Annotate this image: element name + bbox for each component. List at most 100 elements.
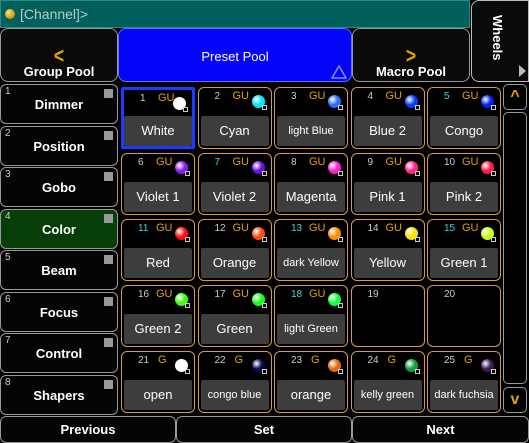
preset-name: Pink 2 [430,182,498,212]
preset-name: dark Yellow [277,248,345,278]
sidebar-item-color[interactable]: 4 Color [0,208,118,249]
status-dot-icon [5,9,15,19]
preset-number: 7 [214,157,221,168]
scroll-down-button[interactable]: v [503,387,527,413]
preset-name: Orange [200,248,269,278]
preset-cell[interactable]: 8 GU Magenta [274,153,348,215]
preset-cell[interactable]: 18 GU light Green [274,285,348,347]
sidebar-item-shapers[interactable]: 8 Shapers [0,374,118,415]
chevron-down-icon: v [510,391,520,408]
sidebar-item-control[interactable]: 7 Control [0,333,118,373]
set-button[interactable]: Set [176,416,352,443]
preset-cell[interactable]: 1 GU White [121,87,195,149]
preset-mode-icon [185,171,190,176]
preset-cell[interactable]: 4 GU Blue 2 [350,87,425,149]
preset-cell[interactable]: 5 GU Congo [427,87,501,149]
preset-type-tag: GU [232,156,250,168]
scroll-track[interactable] [503,112,527,384]
preset-cell[interactable]: 6 GU Violet 1 [121,153,195,215]
sidebar-item-label: Beam [41,263,77,278]
preset-name: light Blue [277,116,345,146]
previous-button[interactable]: Previous [0,416,176,443]
preset-mode-icon [338,303,343,308]
preset-name: White [124,116,192,146]
preset-cell[interactable]: 15 GU Green 1 [427,219,501,281]
preset-number: 8 [291,157,297,168]
sidebar-item-beam[interactable]: 5 Beam [0,250,118,290]
preset-mode-icon [491,105,496,110]
preset-cell[interactable]: 10 GU Pink 2 [427,153,501,215]
preset-cell[interactable]: 20 [427,285,501,347]
preset-name: congo blue [200,380,269,410]
sidebar-item-label: Color [42,221,76,237]
scroll-up-button[interactable]: ^ [503,84,527,110]
preset-mode-icon [185,369,190,374]
preset-type-tag: G [311,354,320,366]
preset-mode-icon [414,171,420,176]
preset-number: 11 [138,223,149,234]
sidebar-item-number: 2 [5,127,11,139]
preset-type-tag: G [234,354,244,366]
preset-mode-icon [414,369,420,374]
sidebar-item-number: 5 [5,252,11,263]
preset-cell[interactable]: 23 Gorange [274,351,348,413]
preset-cell[interactable]: 16 GU Green 2 [121,285,195,347]
preset-cell[interactable]: 13 GU dark Yellow [274,219,348,281]
preset-name: orange [277,380,345,410]
preset-number: 19 [367,289,379,300]
preset-type-tag: GU [385,90,403,102]
sidebar-item-label: Shapers [33,387,85,403]
preset-cell[interactable]: 24 Gkelly green [350,351,425,413]
preset-name: Violet 1 [124,182,192,212]
preset-cell[interactable]: 2 GU Cyan [197,87,272,149]
sidebar-item-gobo[interactable]: 3 Gobo [0,167,118,207]
command-line[interactable]: [Channel]> [0,0,470,28]
macro-pool-button[interactable]: > Macro Pool [352,28,470,82]
preset-cell[interactable]: 14 GU Yellow [350,219,425,281]
preset-cell[interactable]: 12 GU Orange [197,219,272,281]
preset-cell[interactable]: 17 GU Green [197,285,272,347]
preset-cell[interactable]: 7 GU Violet 2 [197,153,272,215]
preset-mode-icon [185,237,190,242]
preset-pool-label: Preset Pool [201,49,269,64]
preset-cell[interactable]: 25 Gdark fuchsia [427,351,501,413]
preset-number: 5 [444,91,450,102]
preset-type-tag: G [464,354,473,366]
preset-number: 18 [291,289,303,300]
preset-mode-icon [338,237,343,242]
preset-mode-icon [183,107,188,112]
sidebar-item-number: 8 [5,376,11,388]
sidebar-item-position[interactable]: 2 Position [0,125,118,166]
grid-scrollbar[interactable]: ^ v [503,84,529,414]
preset-mode-icon [338,369,343,374]
preset-type-tag: GU [232,90,250,102]
macro-pool-label: Macro Pool [375,64,447,79]
preset-number: 2 [214,91,221,102]
preset-cell[interactable]: 21 Gopen [121,351,195,413]
preset-number: 21 [138,355,150,366]
command-line-text: [Channel]> [20,6,89,22]
preset-mode-icon [338,105,343,110]
sidebar-item-number: 3 [5,169,11,180]
sidebar-item-number: 7 [5,335,11,346]
preset-mode-icon [261,237,267,242]
sidebar-item-number: 4 [5,210,11,222]
group-pool-button[interactable]: < Group Pool [0,28,118,82]
preset-pool-button[interactable]: Preset Pool [118,28,352,82]
preset-number: 12 [214,223,226,234]
preset-cell[interactable]: 3 GU light Blue [274,87,348,149]
sidebar-item-dimmer[interactable]: 1 Dimmer [0,84,118,124]
preset-cell[interactable]: 11 GU Red [121,219,195,281]
preset-cell[interactable]: 22 Gcongo blue [197,351,272,413]
next-button[interactable]: Next [352,416,529,443]
preset-type-tag: GU [462,90,479,102]
preset-type-tag: GU [462,156,479,168]
preset-cell[interactable]: 9 GU Pink 1 [350,153,425,215]
preset-name: Violet 2 [200,182,269,212]
preset-cell[interactable]: 19 [350,285,425,347]
wheels-button[interactable]: Wheels [471,0,529,82]
sidebar-item-focus[interactable]: 6 Focus [0,291,118,332]
preset-type-tag: GU [309,222,326,234]
preset-number: 24 [367,355,379,366]
sidebar-item-label: Gobo [42,180,76,195]
